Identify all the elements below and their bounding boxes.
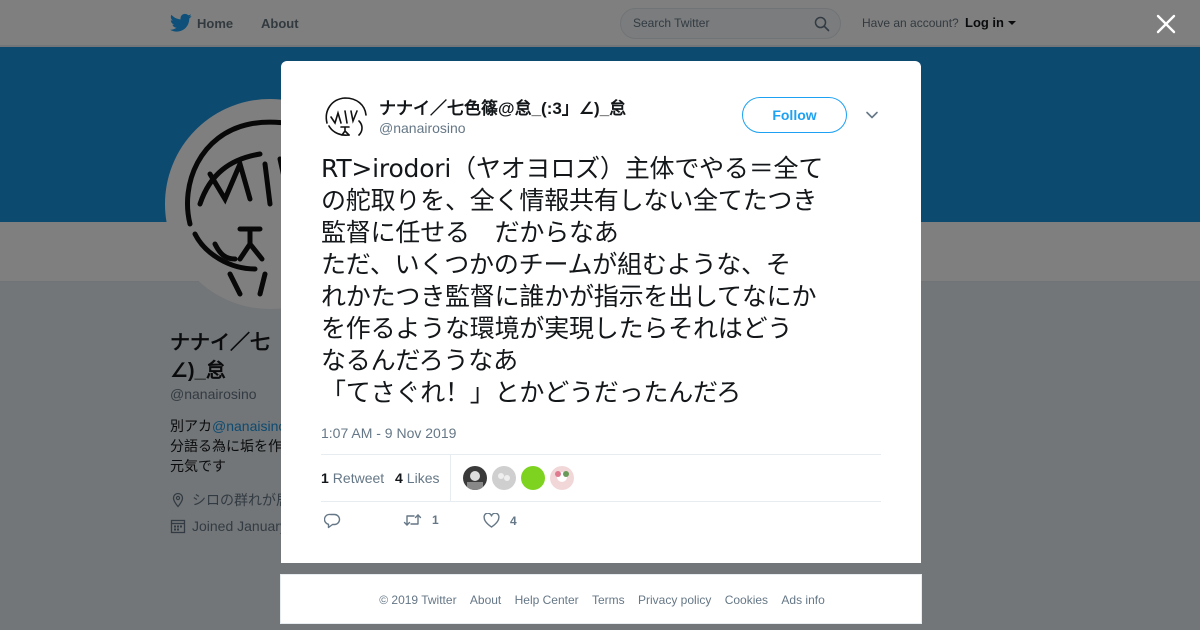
retweet-button[interactable]: 1 xyxy=(403,513,439,527)
tweet-author-name[interactable]: ナナイ／七色篠@怠_(:3」∠)_怠 xyxy=(379,94,626,119)
tweet-text-line: 「てさぐれ！」とかどうだったんだろ xyxy=(321,378,742,407)
tweet-modal: ナナイ／七色篠@怠_(:3」∠)_怠 @nanairosino Follow R… xyxy=(281,61,921,563)
footer-link-privacy[interactable]: Privacy policy xyxy=(638,593,711,607)
footer-link-terms[interactable]: Terms xyxy=(592,593,625,607)
tweet-text: RT>irodori（ヤオヨロズ）主体でやる＝全て の舵取りを、全く情報共有しな… xyxy=(321,153,891,409)
footer-link-ads-info[interactable]: Ads info xyxy=(781,593,824,607)
footer-link-help-center[interactable]: Help Center xyxy=(515,593,579,607)
tweet-text-line: の舵取りを、全く情報共有しない全てたつき xyxy=(321,186,818,215)
chevron-down-icon[interactable] xyxy=(865,110,879,120)
tweet-text-line: なるんだろうなあ xyxy=(321,346,518,375)
tweet-text-line: を作るような環境が実現したらそれはどう xyxy=(321,314,793,343)
tweet-author-handle[interactable]: @nanairosino xyxy=(379,120,466,136)
footer-link-cookies[interactable]: Cookies xyxy=(725,593,768,607)
stats-divider xyxy=(450,455,451,501)
modal-footer: © 2019 Twitter About Help Center Terms P… xyxy=(280,574,922,624)
reply-button[interactable] xyxy=(324,513,351,529)
footer-copyright: © 2019 Twitter xyxy=(379,593,457,607)
close-icon[interactable] xyxy=(1154,12,1178,36)
liker-avatar[interactable] xyxy=(521,466,545,490)
tweet-author-avatar[interactable] xyxy=(321,93,369,141)
footer-links: © 2019 Twitter About Help Center Terms P… xyxy=(281,593,923,607)
tweet-text-line: RT>irodori（ヤオヨロズ）主体でやる＝全て xyxy=(321,154,824,183)
reply-icon xyxy=(324,513,341,529)
liker-avatar[interactable] xyxy=(550,466,574,490)
follow-button[interactable]: Follow xyxy=(742,97,847,133)
tweet-text-line: ただ、いくつかのチームが組むような、そ xyxy=(321,250,791,279)
tweet-text-line: 監督に任せる だからなあ xyxy=(321,218,619,247)
heart-icon xyxy=(483,513,500,528)
retweet-icon xyxy=(403,514,422,526)
tweet-actions: 1 4 xyxy=(321,513,881,537)
like-stat[interactable]: 4 Likes xyxy=(395,470,439,486)
footer-link-about[interactable]: About xyxy=(470,593,501,607)
like-button[interactable]: 4 xyxy=(483,513,517,528)
tweet-timestamp[interactable]: 1:07 AM - 9 Nov 2019 xyxy=(321,425,456,441)
retweet-stat[interactable]: 1 Retweet xyxy=(321,470,384,486)
tweet-text-line: れかたつき監督に誰かが指示を出してなにか xyxy=(321,282,817,311)
liker-avatar[interactable] xyxy=(492,466,516,490)
liker-avatar[interactable] xyxy=(463,466,487,490)
tweet-stats: 1 Retweet 4 Likes xyxy=(321,454,881,502)
